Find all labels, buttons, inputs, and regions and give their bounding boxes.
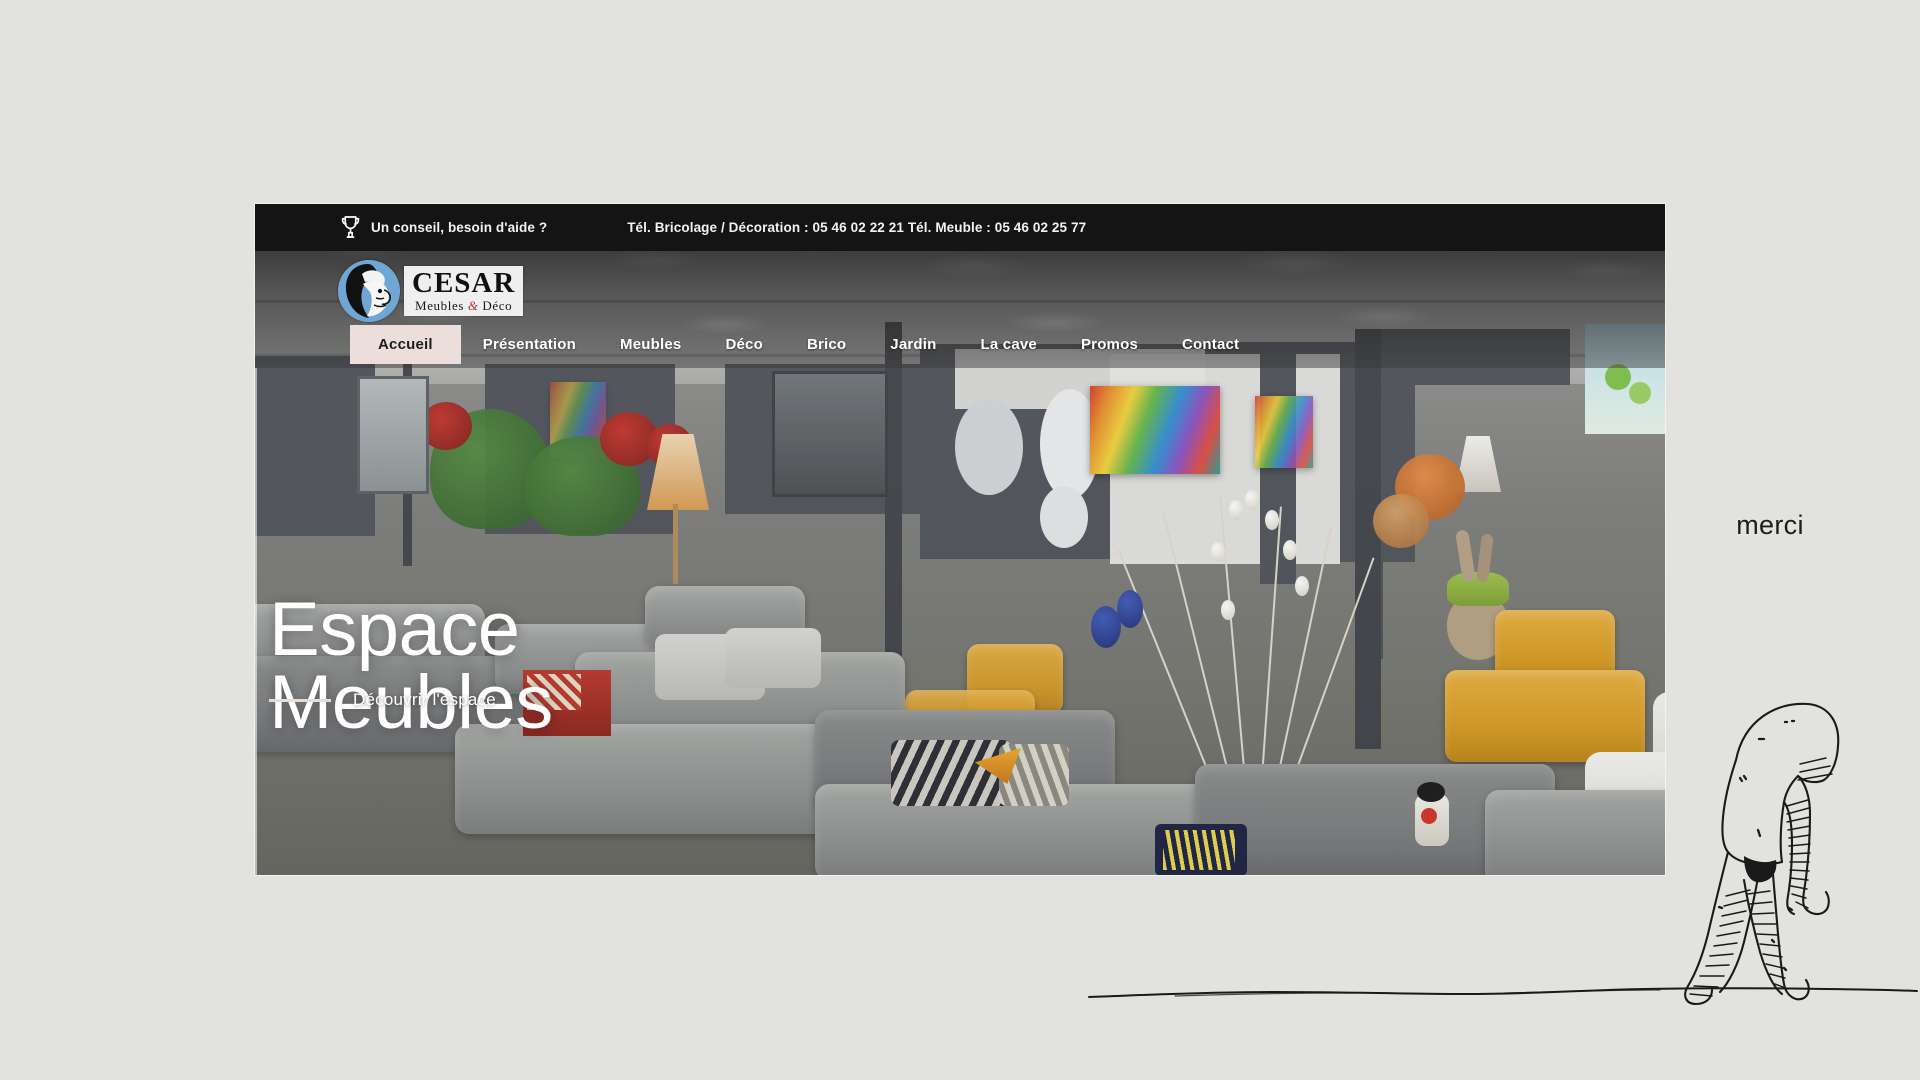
nav-item-contact[interactable]: Contact <box>1160 325 1261 364</box>
site-logo[interactable]: CESAR Meubles & Déco <box>338 260 524 322</box>
hero-cta[interactable]: Découvrir l'espace <box>269 690 496 710</box>
nav-item-la-cave[interactable]: La cave <box>959 325 1059 364</box>
logo-tagline-amp: & <box>467 298 479 313</box>
nav-item-brico[interactable]: Brico <box>785 325 868 364</box>
page-canvas: Un conseil, besoin d'aide ? Tél. Bricola… <box>0 0 1920 1080</box>
nav-item-presentation[interactable]: Présentation <box>461 325 598 364</box>
nav-item-meubles[interactable]: Meubles <box>598 325 703 364</box>
logo-tagline-left: Meubles <box>415 298 468 313</box>
nav-item-deco[interactable]: Déco <box>703 325 784 364</box>
nav-item-promos[interactable]: Promos <box>1059 325 1160 364</box>
site-header: CESAR Meubles & Déco Accueil Présentatio… <box>255 251 1665 368</box>
website-window: Un conseil, besoin d'aide ? Tél. Bricola… <box>255 204 1665 875</box>
nav-item-jardin[interactable]: Jardin <box>868 325 958 364</box>
help-text: Un conseil, besoin d'aide ? <box>371 220 548 235</box>
ground-line-doodle <box>1085 975 1920 1010</box>
logo-tagline: Meubles & Déco <box>412 299 515 312</box>
walking-figure-doodle <box>1640 680 1920 1015</box>
merci-text: merci <box>1736 510 1804 540</box>
logo-tagline-right: Déco <box>478 298 513 313</box>
caesar-head-icon <box>338 260 400 322</box>
cta-dash-icon <box>269 698 331 702</box>
logo-brand: CESAR <box>412 267 516 299</box>
trophy-icon <box>340 215 361 240</box>
hero-cta-label: Découvrir l'espace <box>353 690 496 709</box>
hero-section: Espace Meubles Découvrir l'espace <box>255 368 1665 875</box>
nav-item-accueil[interactable]: Accueil <box>350 325 461 364</box>
main-navigation: Accueil Présentation Meubles Déco Brico … <box>350 325 1261 364</box>
logo-wordmark: CESAR Meubles & Déco <box>404 266 524 316</box>
hero-left-rule <box>255 368 257 875</box>
hero-title: Espace Meubles <box>269 586 553 745</box>
utility-topbar: Un conseil, besoin d'aide ? Tél. Bricola… <box>255 204 1665 251</box>
help-block[interactable]: Un conseil, besoin d'aide ? <box>340 215 547 240</box>
phone-numbers[interactable]: Tél. Bricolage / Décoration : 05 46 02 2… <box>627 220 1086 235</box>
